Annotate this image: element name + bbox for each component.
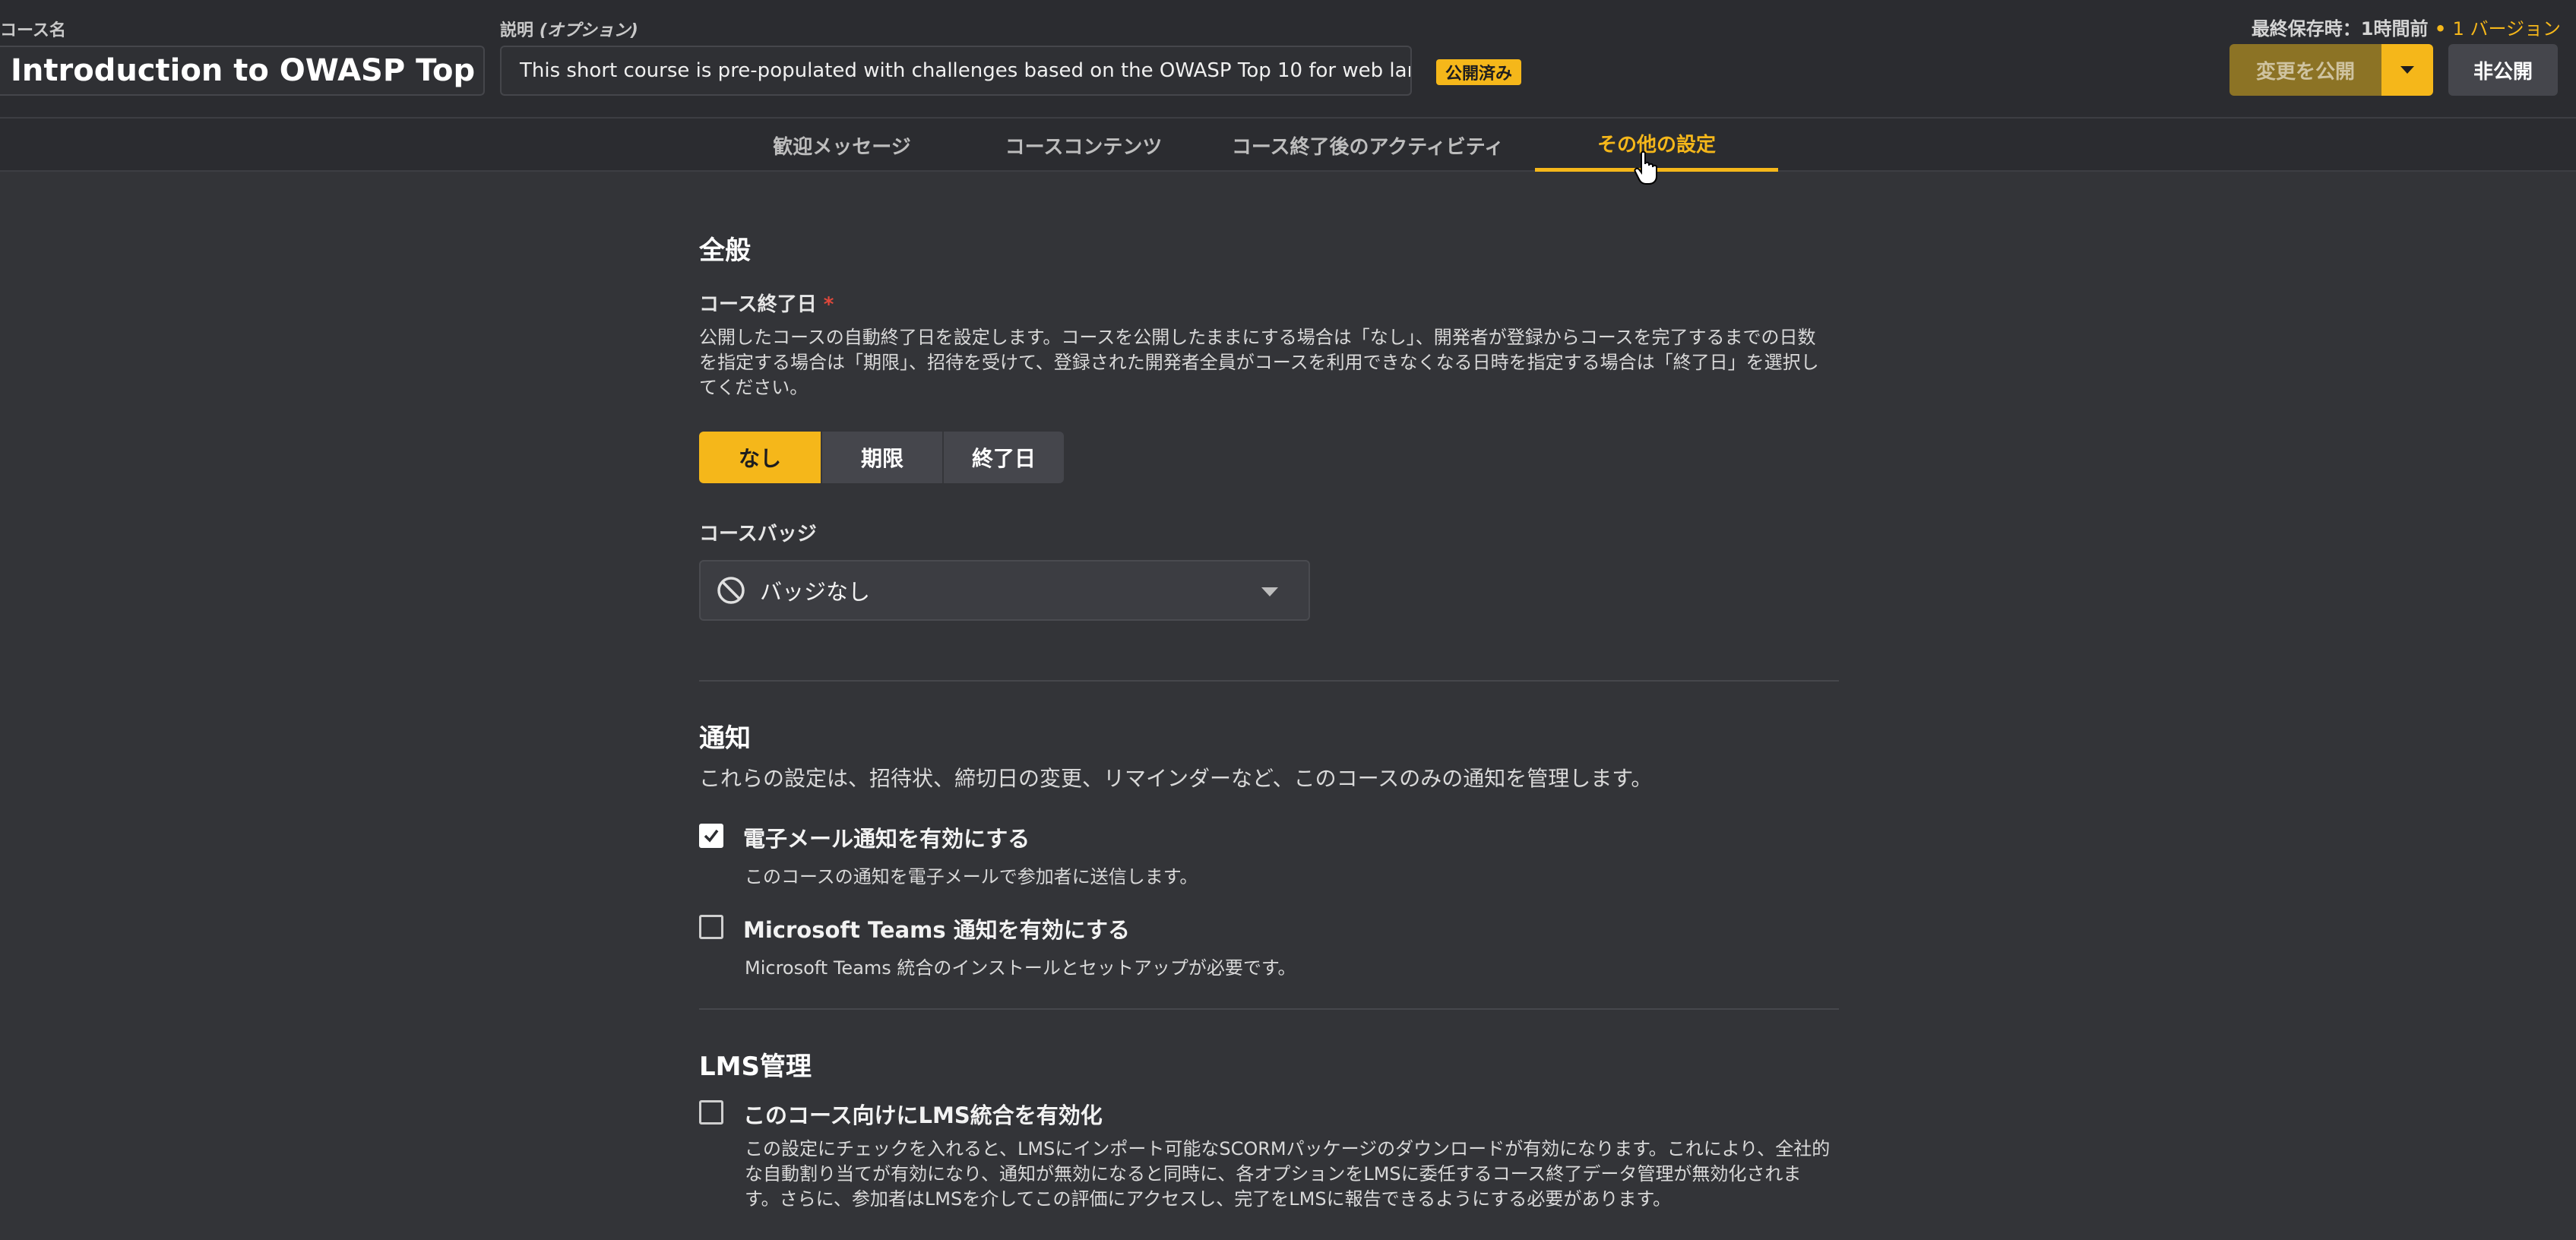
hand-cursor-icon (1634, 150, 1657, 185)
publish-options-dropdown[interactable] (2381, 44, 2433, 96)
end-date-option-none[interactable]: なし (699, 432, 821, 483)
version-link[interactable]: 1 バージョン (2453, 18, 2561, 40)
course-badge-value: バッジなし (760, 579, 871, 605)
course-name-input[interactable]: Introduction to OWASP Top ... (0, 46, 485, 96)
notifications-description: これらの設定は、招待状、締切日の変更、リマインダーなど、このコースのみの通知を管… (699, 766, 1653, 791)
course-name-label: コース名 (0, 21, 66, 40)
email-notifications-checkbox[interactable] (699, 824, 723, 848)
course-end-date-label-text: コース終了日 (699, 293, 817, 316)
required-mark: * (823, 293, 834, 316)
chevron-down-icon (1261, 587, 1278, 596)
section-divider (699, 680, 1839, 682)
general-section-title: 全般 (699, 236, 751, 266)
lms-integration-label[interactable]: このコース向けにLMS統合を有効化 (743, 1098, 1103, 1130)
caret-down-icon (2400, 66, 2414, 74)
settings-tabs: 歓迎メッセージ コースコンテンツ コース終了後のアクティビティ その他の設定 (0, 119, 2576, 172)
teams-notifications-help: Microsoft Teams 統合のインストールとセットアップが必要です。 (745, 957, 1296, 979)
status-badge: 公開済み (1436, 59, 1522, 85)
last-saved-text: 最終保存時：1時間前 (2251, 18, 2429, 40)
saved-separator: • (2428, 18, 2453, 40)
course-header: コース名 Introduction to OWASP Top ... 説明 (オ… (0, 0, 2576, 119)
description-optional-text: (オプション) (539, 21, 638, 40)
tab-post-course-activity[interactable]: コース終了後のアクティビティ (1231, 119, 1505, 172)
tab-welcome-message[interactable]: 歓迎メッセージ (760, 119, 924, 172)
lms-integration-checkbox[interactable] (699, 1100, 723, 1125)
last-saved-info: 最終保存時：1時間前 • 1 バージョン (2252, 14, 2561, 40)
no-badge-icon (717, 577, 745, 604)
unpublish-button[interactable]: 非公開 (2448, 44, 2558, 96)
checkmark-icon (704, 829, 719, 843)
lms-integration-help: この設定にチェックを入れると、LMSにインポート可能なSCORMパッケージのダウ… (745, 1138, 1831, 1210)
description-input[interactable]: This short course is pre-populated with … (500, 46, 1412, 96)
description-label-text: 説明 (500, 21, 534, 40)
teams-notifications-label[interactable]: Microsoft Teams 通知を有効にする (743, 913, 1130, 944)
course-end-date-label: コース終了日 * (699, 289, 834, 317)
lms-section-title: LMS管理 (699, 1052, 812, 1082)
course-badge-label: コースバッジ (699, 523, 817, 546)
publish-changes-button[interactable]: 変更を公開 (2229, 44, 2381, 96)
notifications-section-title: 通知 (699, 723, 751, 754)
end-date-option-end-date[interactable]: 終了日 (942, 432, 1064, 483)
course-end-date-options: なし 期限 終了日 (699, 432, 1064, 483)
end-date-option-deadline[interactable]: 期限 (821, 432, 942, 483)
section-divider (699, 1008, 1839, 1010)
email-notifications-label[interactable]: 電子メール通知を有効にする (743, 821, 1030, 853)
course-badge-select[interactable]: バッジなし (699, 560, 1310, 621)
email-notifications-help: このコースの通知を電子メールで参加者に送信します。 (745, 866, 1198, 887)
course-end-date-help: 公開したコースの自動終了日を設定します。コースを公開したままにする場合は「なし」… (699, 327, 1819, 398)
tab-course-content[interactable]: コースコンテンツ (995, 119, 1172, 172)
description-label: 説明 (オプション) (500, 17, 638, 41)
teams-notifications-checkbox[interactable] (699, 915, 723, 939)
